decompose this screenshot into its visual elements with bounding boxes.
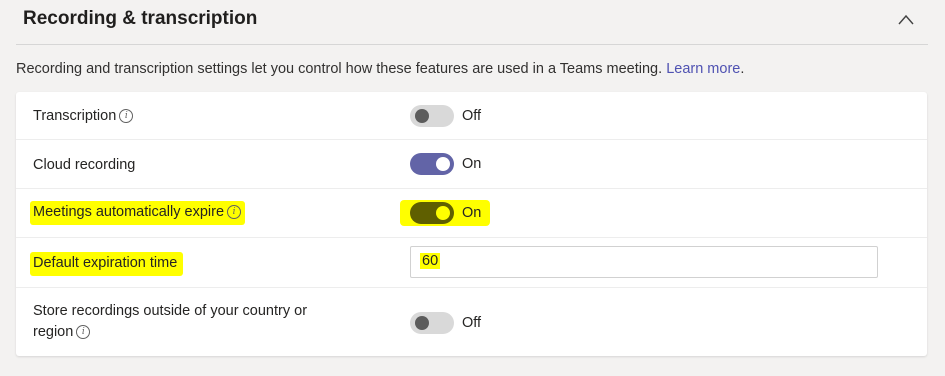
store-outside-state: Off (462, 315, 482, 331)
store-outside-label-line2: region (33, 324, 74, 340)
info-icon[interactable]: i (227, 205, 242, 220)
info-icon[interactable]: i (76, 325, 91, 340)
auto-expire-toggle[interactable] (410, 202, 454, 224)
setting-row-cloud-recording: Cloud recording On (16, 140, 927, 189)
cloud-recording-label: Cloud recording (33, 157, 136, 173)
transcription-label: Transcription i (33, 106, 134, 127)
cloud-recording-state: On (462, 156, 482, 172)
settings-card: Transcription i Off Cloud recording On Me… (16, 92, 927, 356)
store-outside-label-line1: Store recordings outside of your country… (33, 303, 308, 319)
default-expiration-value: 60 (420, 253, 441, 269)
chevron-up-icon[interactable] (896, 10, 916, 30)
cloud-recording-toggle[interactable] (410, 153, 454, 175)
section-description: Recording and transcription settings let… (16, 61, 744, 77)
toggle-knob (436, 157, 450, 171)
toggle-knob (415, 316, 429, 330)
setting-row-store-outside: Store recordings outside of your country… (16, 288, 927, 356)
info-icon[interactable]: i (119, 109, 134, 124)
store-outside-label-line2-wrap: region i (33, 322, 307, 343)
store-outside-label: Store recordings outside of your country… (33, 301, 307, 343)
toggle-knob (436, 206, 450, 220)
description-trailing: . (740, 61, 745, 77)
auto-expire-label-text: Meetings automatically expire (33, 204, 225, 220)
transcription-toggle[interactable] (410, 105, 454, 127)
default-expiration-input[interactable]: 60 (410, 246, 878, 278)
setting-row-auto-expire: Meetings automatically expire i On (16, 189, 927, 238)
default-expiration-label: Default expiration time (30, 252, 184, 276)
section-header: Recording & transcription (16, 0, 928, 45)
auto-expire-label: Meetings automatically expire i (30, 201, 246, 225)
store-outside-toggle[interactable] (410, 312, 454, 334)
learn-more-link[interactable]: Learn more (666, 61, 740, 77)
section-title: Recording & transcription (23, 8, 258, 29)
toggle-knob (415, 109, 429, 123)
description-text: Recording and transcription settings let… (16, 61, 663, 77)
transcription-label-text: Transcription (33, 108, 117, 124)
transcription-state: Off (462, 108, 482, 124)
setting-row-default-expiration: Default expiration time 60 (16, 238, 927, 288)
auto-expire-state: On (462, 205, 482, 221)
setting-row-transcription: Transcription i Off (16, 92, 927, 140)
